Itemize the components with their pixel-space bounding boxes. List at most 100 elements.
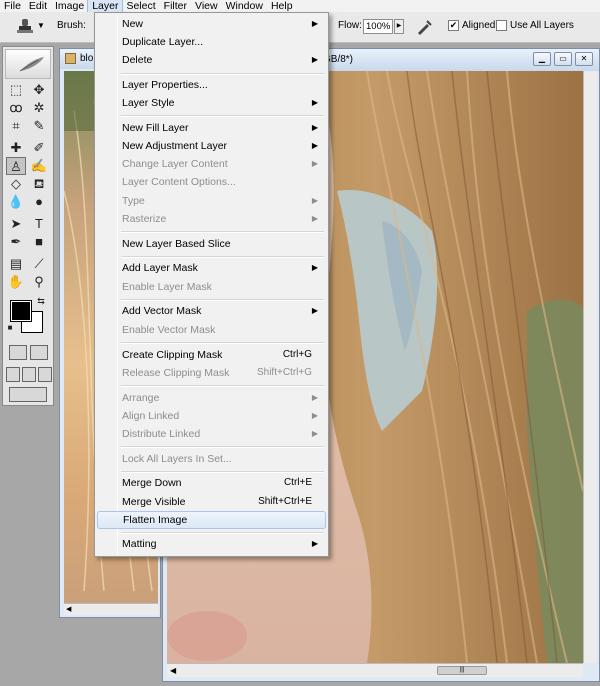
rectangle-tool-icon[interactable]: ■ bbox=[29, 233, 49, 251]
submenu-arrow-icon: ▶ bbox=[311, 393, 318, 402]
use-all-layers-label: Use All Layers bbox=[510, 20, 574, 31]
path-selection-tool-icon[interactable]: ➤ bbox=[6, 215, 26, 233]
submenu-arrow-icon: ▶ bbox=[311, 98, 318, 107]
menu-item-delete[interactable]: Delete ▶ bbox=[97, 51, 326, 69]
layer-menu-dropdown: New ▶ Duplicate Layer... Delete ▶ Layer Pr… bbox=[94, 12, 329, 557]
foreground-color-swatch[interactable] bbox=[10, 300, 32, 322]
menu-item-merge-down[interactable]: Merge Down Ctrl+E bbox=[97, 474, 326, 492]
menu-separator bbox=[121, 471, 324, 473]
screen-mode-standard-icon[interactable] bbox=[6, 367, 20, 382]
use-all-layers-checkbox[interactable] bbox=[496, 20, 507, 31]
blur-tool-icon[interactable]: 💧 bbox=[6, 193, 26, 211]
menu-item-layer-properties[interactable]: Layer Properties... bbox=[97, 76, 326, 94]
menu-item-create-clipping-mask[interactable]: Create Clipping Mask Ctrl+G bbox=[97, 346, 326, 364]
menu-item-lock-all-layers-in-set[interactable]: Lock All Layers In Set... bbox=[97, 450, 326, 468]
menu-layer[interactable]: Layer bbox=[87, 0, 124, 13]
menu-image[interactable]: Image bbox=[51, 0, 88, 12]
document-hscroll[interactable]: ◀ ||| bbox=[167, 663, 583, 677]
submenu-arrow-icon: ▶ bbox=[311, 429, 318, 438]
flow-arrow-icon[interactable]: ▶ bbox=[394, 19, 404, 34]
magic-wand-tool-icon[interactable]: ✲ bbox=[29, 99, 49, 117]
zoom-tool-icon[interactable]: ⚲ bbox=[29, 273, 49, 291]
brush-tool-icon[interactable]: ✐ bbox=[29, 139, 49, 157]
tool-preset-caret-icon[interactable]: ▼ bbox=[37, 21, 45, 30]
menu-item-add-vector-mask[interactable]: Add Vector Mask ▶ bbox=[97, 302, 326, 320]
menu-item-new-layer-based-slice[interactable]: New Layer Based Slice bbox=[97, 235, 326, 253]
clone-stamp-icon[interactable] bbox=[14, 17, 36, 37]
menu-item-change-layer-content[interactable]: Change Layer Content ▶ bbox=[97, 155, 326, 173]
menu-item-layer-style[interactable]: Layer Style ▶ bbox=[97, 94, 326, 112]
document-back-title-text: blo bbox=[80, 53, 94, 64]
type-tool-icon[interactable]: T bbox=[29, 215, 49, 233]
menu-item-duplicate-layer[interactable]: Duplicate Layer... bbox=[97, 33, 326, 51]
menu-help[interactable]: Help bbox=[267, 0, 297, 12]
menu-item-rasterize[interactable]: Rasterize ▶ bbox=[97, 210, 326, 228]
pen-tool-icon[interactable]: ✒ bbox=[6, 233, 26, 251]
move-tool-icon[interactable]: ✥ bbox=[29, 81, 49, 99]
submenu-arrow-icon: ▶ bbox=[311, 123, 318, 132]
menu-file[interactable]: File bbox=[0, 0, 25, 12]
menu-item-enable-layer-mask[interactable]: Enable Layer Mask bbox=[97, 278, 326, 296]
menu-select[interactable]: Select bbox=[122, 0, 159, 12]
dodge-tool-icon[interactable]: ● bbox=[29, 193, 49, 211]
screen-mode-full-icon[interactable] bbox=[38, 367, 52, 382]
submenu-arrow-icon: ▶ bbox=[311, 196, 318, 205]
menu-item-new-fill-layer[interactable]: New Fill Layer ▶ bbox=[97, 119, 326, 137]
eyedropper-tool-icon[interactable]: ⟋ bbox=[29, 255, 49, 273]
hscroll-thumb[interactable]: ||| bbox=[437, 666, 487, 675]
document-vscroll[interactable] bbox=[583, 71, 597, 663]
submenu-arrow-icon: ▶ bbox=[311, 141, 318, 150]
menu-filter[interactable]: Filter bbox=[160, 0, 191, 12]
menu-separator bbox=[121, 446, 324, 448]
menu-item-new[interactable]: New ▶ bbox=[97, 15, 326, 33]
menu-item-align-linked[interactable]: Align Linked ▶ bbox=[97, 407, 326, 425]
menu-item-add-layer-mask[interactable]: Add Layer Mask ▶ bbox=[97, 259, 326, 277]
lasso-tool-icon[interactable]: ꝏ bbox=[6, 99, 26, 117]
notes-tool-icon[interactable]: ▤ bbox=[6, 255, 26, 273]
jump-to-imageready-icon[interactable] bbox=[9, 387, 47, 402]
menu-item-new-adjustment-layer[interactable]: New Adjustment Layer ▶ bbox=[97, 137, 326, 155]
document-back-hscroll[interactable]: ◀ bbox=[64, 603, 158, 615]
tools-palette: ⬚ ✥ ꝏ ✲ ⌗ ✎ ✚ ✐ ♙ ✍ ◇ ⛾ 💧 ● ➤ T ✒ ■ ▤ ⟋ … bbox=[2, 46, 54, 406]
menu-item-flatten-image[interactable]: Flatten Image bbox=[97, 511, 326, 529]
menu-edit[interactable]: Edit bbox=[25, 0, 51, 12]
flow-label: Flow: bbox=[338, 20, 362, 31]
menu-view[interactable]: View bbox=[191, 0, 222, 12]
menu-item-arrange[interactable]: Arrange ▶ bbox=[97, 389, 326, 407]
submenu-arrow-icon: ▶ bbox=[311, 539, 318, 548]
screen-mode-menubar-icon[interactable] bbox=[22, 367, 36, 382]
quick-mask-mode-icon[interactable] bbox=[30, 345, 48, 360]
eraser-tool-icon[interactable]: ◇ bbox=[6, 175, 26, 193]
crop-tool-icon[interactable]: ⌗ bbox=[6, 117, 26, 135]
minimize-button[interactable]: ▁ bbox=[533, 52, 551, 66]
menu-item-type[interactable]: Type ▶ bbox=[97, 192, 326, 210]
swap-colors-icon[interactable]: ⇆ bbox=[35, 295, 47, 307]
menu-item-release-clipping-mask[interactable]: Release Clipping Mask Shift+Ctrl+G bbox=[97, 364, 326, 382]
close-button[interactable]: ✕ bbox=[575, 52, 593, 66]
menu-item-merge-visible[interactable]: Merge Visible Shift+Ctrl+E bbox=[97, 493, 326, 511]
maximize-button[interactable]: ▭ bbox=[554, 52, 572, 66]
menu-item-matting[interactable]: Matting ▶ bbox=[97, 535, 326, 553]
submenu-arrow-icon: ▶ bbox=[311, 159, 318, 168]
history-brush-tool-icon[interactable]: ✍ bbox=[29, 157, 49, 175]
marquee-tool-icon[interactable]: ⬚ bbox=[6, 81, 26, 99]
paint-bucket-tool-icon[interactable]: ⛾ bbox=[29, 175, 49, 193]
clone-stamp-tool-icon[interactable]: ♙ bbox=[6, 157, 26, 175]
tools-palette-header[interactable] bbox=[5, 49, 51, 79]
default-colors-icon[interactable]: ■ bbox=[5, 323, 15, 333]
scroll-left-icon[interactable]: ◀ bbox=[170, 666, 176, 675]
standard-mode-icon[interactable] bbox=[9, 345, 27, 360]
menu-window[interactable]: Window bbox=[222, 0, 267, 12]
submenu-arrow-icon: ▶ bbox=[311, 55, 318, 64]
menu-item-layer-content-options[interactable]: Layer Content Options... bbox=[97, 173, 326, 191]
feather-logo-icon bbox=[19, 57, 44, 72]
healing-brush-tool-icon[interactable]: ✚ bbox=[6, 139, 26, 157]
menu-item-enable-vector-mask[interactable]: Enable Vector Mask bbox=[97, 321, 326, 339]
slice-tool-icon[interactable]: ✎ bbox=[29, 117, 49, 135]
airbrush-icon[interactable] bbox=[415, 18, 433, 36]
brush-label: Brush: bbox=[57, 20, 86, 31]
aligned-checkbox[interactable]: ✔ bbox=[448, 20, 459, 31]
flow-input[interactable]: 100% bbox=[363, 19, 393, 34]
hand-tool-icon[interactable]: ✋ bbox=[6, 273, 26, 291]
menu-item-distribute-linked[interactable]: Distribute Linked ▶ bbox=[97, 425, 326, 443]
